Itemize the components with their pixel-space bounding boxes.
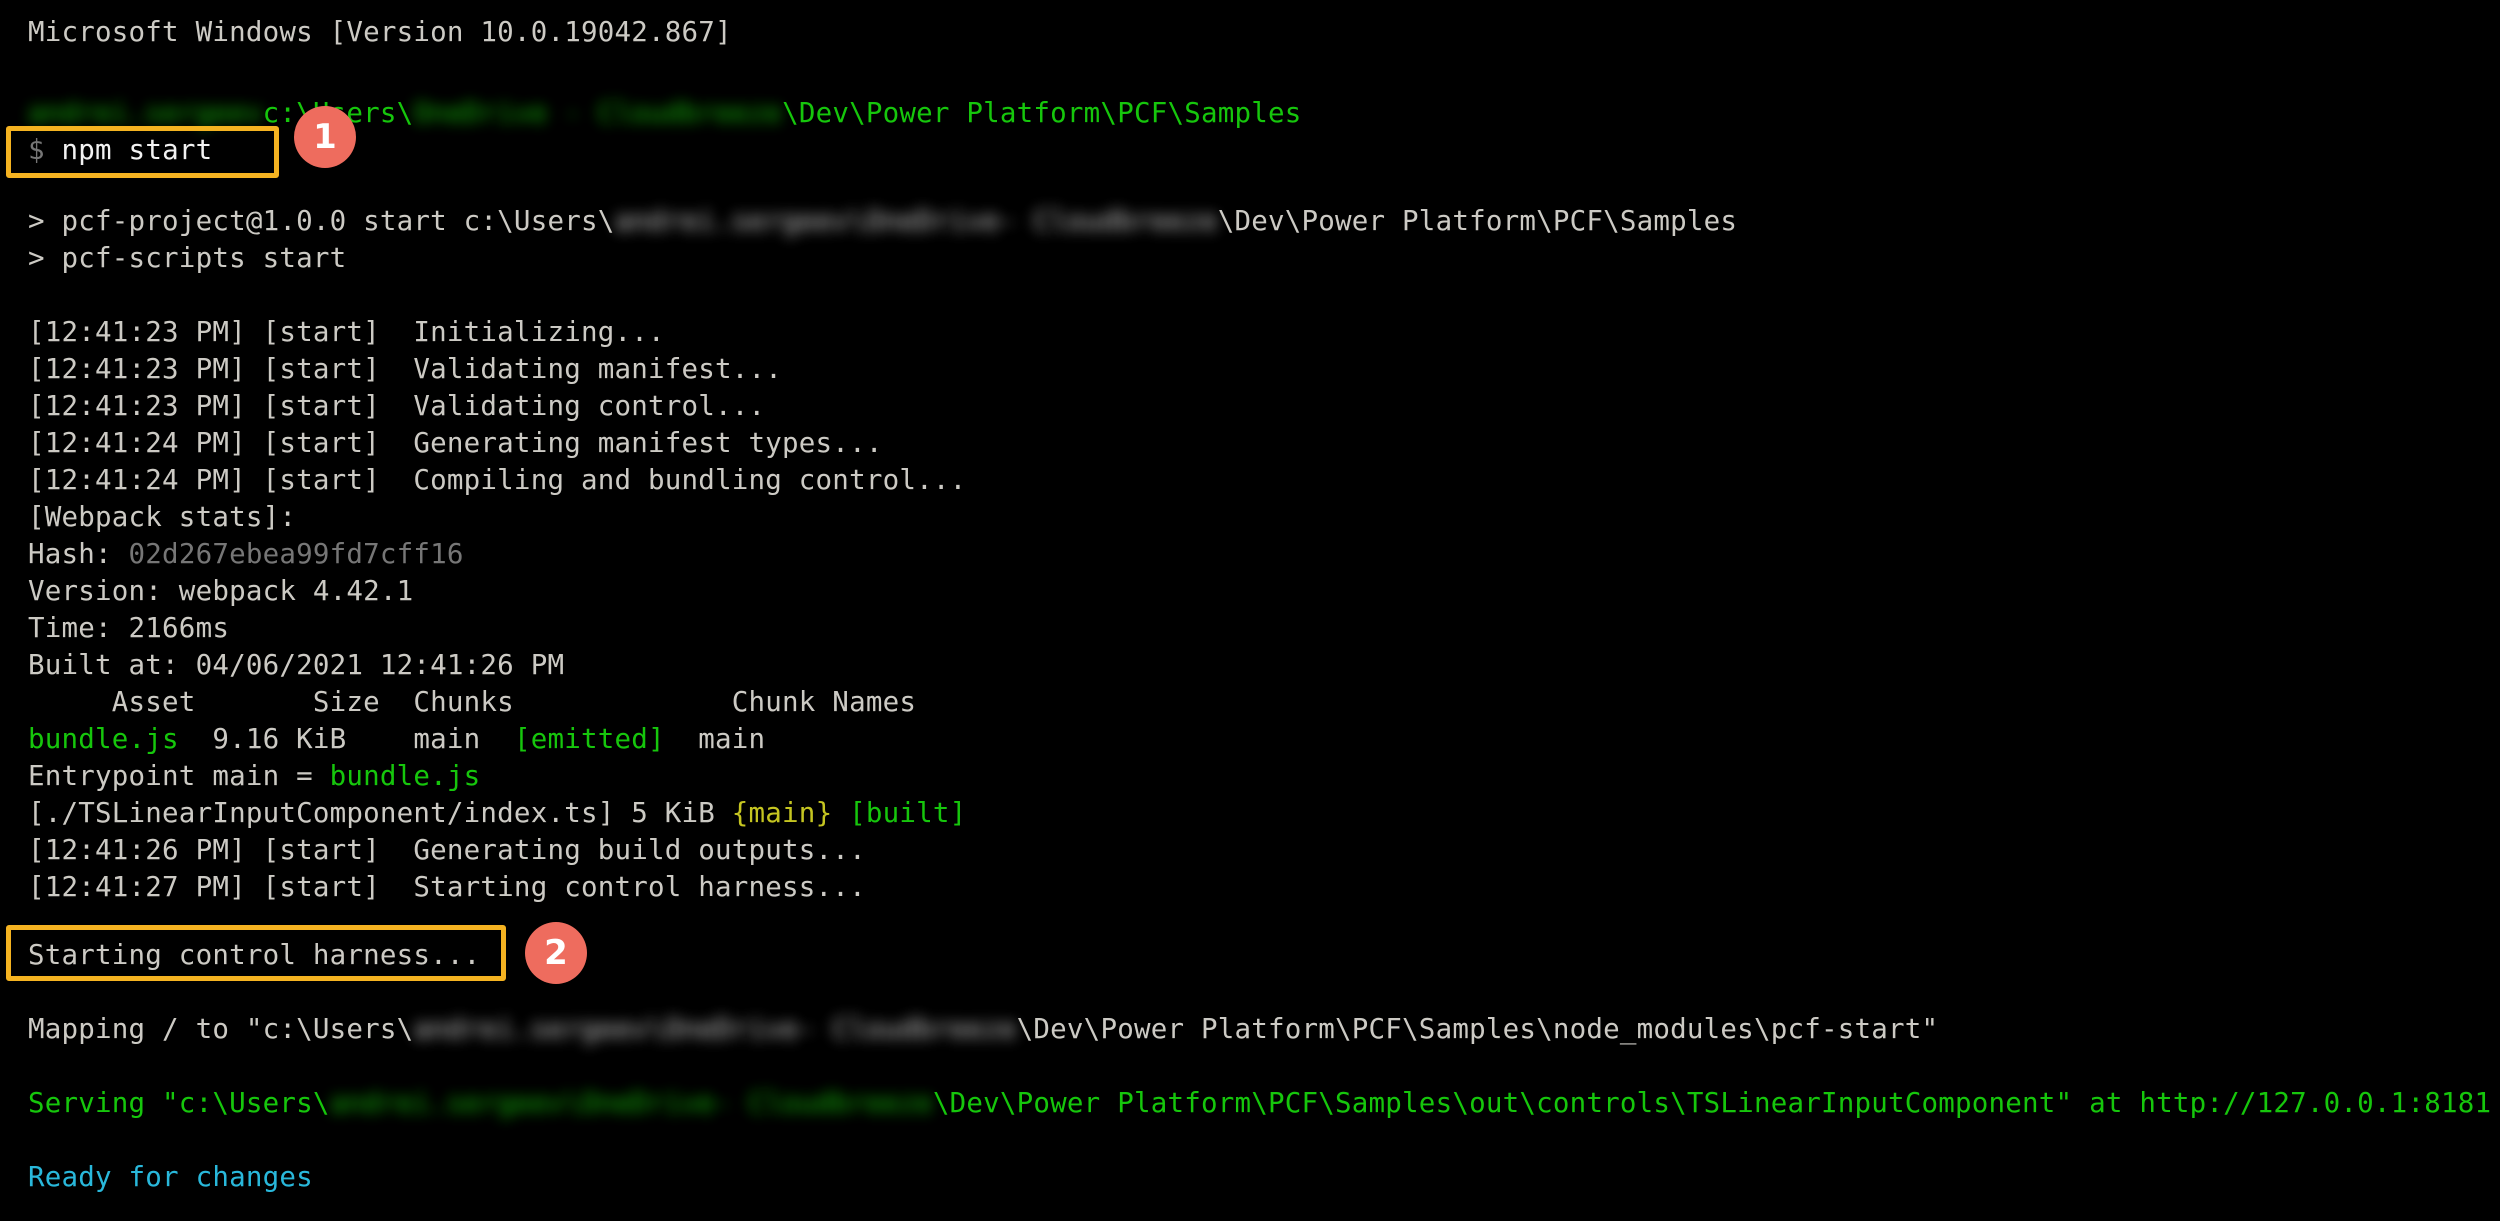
module-path: [./TSLinearInputComponent/index.ts] 5 Ki… — [28, 797, 732, 829]
redacted-npm-path-segment-2: - Cloudbreeze — [999, 205, 1218, 237]
npm-run-prefix: > pcf-project@1.0.0 start c:\Users\ — [28, 205, 615, 237]
redacted-serving-segment: andrei.sergeev\OneDrive — [329, 1087, 716, 1119]
mapping-prefix: Mapping / to "c:\Users\ — [28, 1013, 414, 1045]
serving-line: Serving "c:\Users\andrei.sergeev\OneDriv… — [28, 1085, 2491, 1122]
prompt-path-suffix: \Dev\Power Platform\PCF\Samples — [782, 97, 1302, 129]
npm-start-command-text: npm start — [61, 134, 213, 166]
terminal-window[interactable]: Microsoft Windows [Version 10.0.19042.86… — [0, 0, 2500, 1221]
npm-run-suffix: \Dev\Power Platform\PCF\Samples — [1217, 205, 1738, 237]
log-line-starting-harness: [12:41:27 PM] [start] Starting control h… — [28, 871, 866, 903]
webpack-time-line: Time: 2166ms — [28, 612, 230, 644]
redacted-mapping-segment: andrei.sergeev\OneDrive — [413, 1013, 799, 1045]
npm-start-command[interactable]: npm start — [45, 134, 213, 166]
log-line-initializing: [12:41:23 PM] [start] Initializing... — [28, 316, 665, 348]
log-line-compiling: [12:41:24 PM] [start] Compiling and bund… — [28, 464, 967, 496]
prompt-sigil: $ — [28, 134, 45, 166]
redacted-username-segment: andrei.sergeev — [28, 97, 263, 129]
redacted-mapping-segment-2: - Cloudbreeze — [798, 1013, 1017, 1045]
step-badge-2: 2 — [525, 922, 587, 984]
log-line-validating-manifest: [12:41:23 PM] [start] Validating manifes… — [28, 353, 783, 385]
redacted-serving-segment-2: - Cloudbreeze — [715, 1087, 933, 1119]
module-line: [./TSLinearInputComponent/index.ts] 5 Ki… — [28, 795, 966, 832]
webpack-stats-header: [Webpack stats]: — [28, 501, 297, 533]
asset-table-row: bundle.js 9.16 KiB main [emitted] main — [28, 721, 765, 758]
asset-name: bundle.js — [28, 723, 179, 755]
log-line-generating-types: [12:41:24 PM] [start] Generating manifes… — [28, 427, 883, 459]
redacted-npm-path-segment: andrei.sergeev\OneDrive — [614, 205, 1000, 237]
module-spacer — [832, 797, 849, 829]
log-line-generating-outputs: [12:41:26 PM] [start] Generating build o… — [28, 834, 866, 866]
command-line[interactable]: $ npm start — [28, 132, 212, 169]
webpack-hash-line: Hash: 02d267ebea99fd7cff16 — [28, 536, 464, 573]
entrypoint-value: bundle.js — [329, 760, 481, 792]
log-line-validating-control: [12:41:23 PM] [start] Validating control… — [28, 390, 766, 422]
hash-label: Hash: — [28, 538, 129, 570]
module-chunk-name: {main} — [731, 797, 833, 829]
hash-value: 02d267ebea99fd7cff16 — [128, 538, 464, 570]
asset-table-header: Asset Size Chunks Chunk Names — [28, 686, 917, 718]
module-built-flag: [built] — [849, 797, 967, 829]
asset-chunk-names: main — [664, 723, 766, 755]
serving-prefix: Serving "c:\Users\ — [28, 1087, 330, 1119]
windows-version-banner: Microsoft Windows [Version 10.0.19042.86… — [28, 16, 732, 48]
entrypoint-label: Entrypoint main = — [28, 760, 330, 792]
ready-for-changes-line: Ready for changes — [28, 1161, 313, 1193]
npm-run-line: > pcf-project@1.0.0 start c:\Users\andre… — [28, 203, 1737, 240]
mapping-suffix: \Dev\Power Platform\PCF\Samples\node_mod… — [1016, 1013, 1939, 1045]
mapping-line: Mapping / to "c:\Users\andrei.sergeev\On… — [28, 1011, 1938, 1048]
asset-size-chunks: 9.16 KiB main — [178, 723, 514, 755]
entrypoint-line: Entrypoint main = bundle.js — [28, 758, 480, 795]
serving-suffix: \Dev\Power Platform\PCF\Samples\out\cont… — [932, 1087, 2492, 1119]
redacted-onedrive-segment: OneDrive - Cloudbreeze — [413, 97, 783, 129]
step-badge-1: 1 — [294, 106, 356, 168]
webpack-version-line: Version: webpack 4.42.1 — [28, 575, 414, 607]
prompt-path-line: andrei.sergeevc:\Users\OneDrive - Cloudb… — [28, 95, 1302, 132]
asset-emitted-flag: [emitted] — [513, 723, 665, 755]
npm-script-line: > pcf-scripts start — [28, 242, 347, 274]
webpack-built-at-line: Built at: 04/06/2021 12:41:26 PM — [28, 649, 565, 681]
harness-highlight-line: Starting control harness... — [28, 939, 481, 971]
